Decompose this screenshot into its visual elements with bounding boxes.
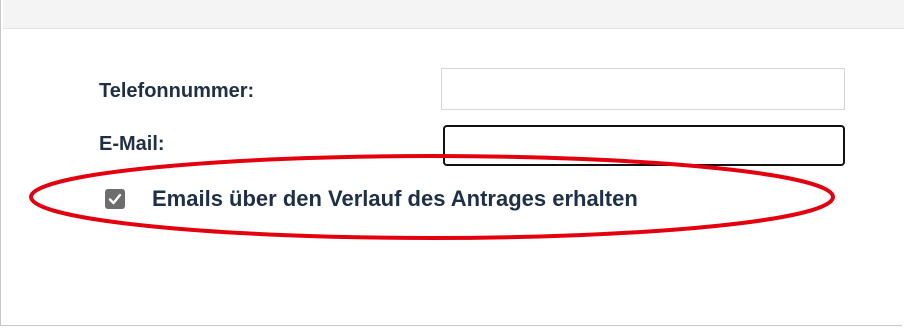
checkmark-icon — [108, 193, 122, 205]
email-updates-checkbox[interactable] — [105, 189, 125, 209]
email-input[interactable] — [443, 125, 845, 166]
email-label: E-Mail: — [99, 133, 165, 155]
email-updates-option[interactable]: Emails über den Verlauf des Antrages erh… — [105, 186, 638, 212]
phone-label: Telefonnummer: — [99, 80, 255, 102]
phone-input[interactable] — [441, 68, 845, 110]
email-updates-label: Emails über den Verlauf des Antrages erh… — [152, 186, 638, 211]
panel-header-band — [3, 0, 904, 29]
form-panel: Telefonnummer: E-Mail: Emails über den V… — [0, 0, 904, 326]
